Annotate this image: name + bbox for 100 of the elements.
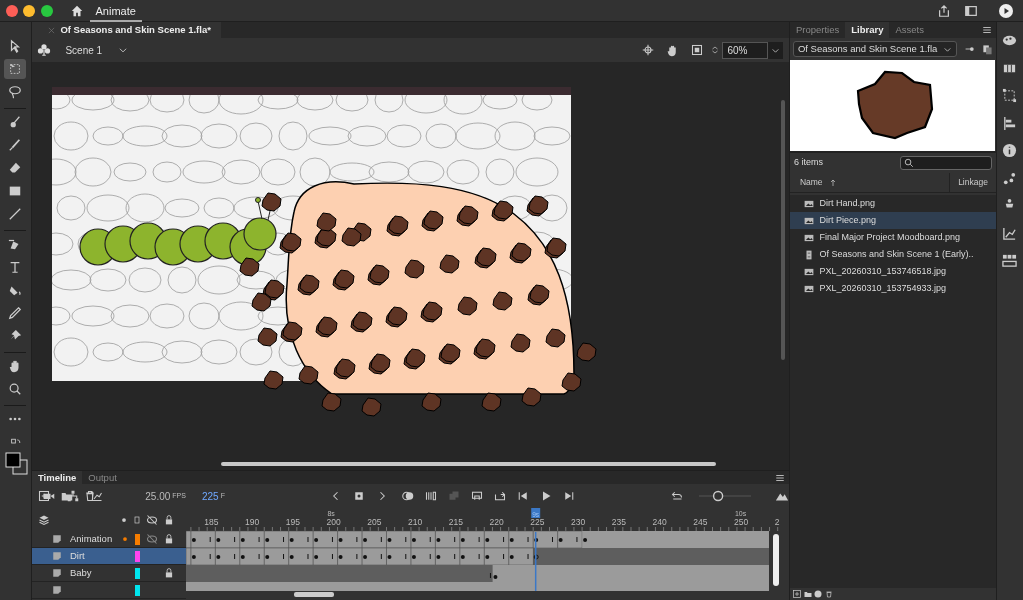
- step-back-icon[interactable]: [516, 490, 529, 502]
- duplicate-icon[interactable]: [982, 43, 993, 55]
- edit-multiple-frames-icon[interactable]: [424, 490, 437, 502]
- panel-tab[interactable]: Library: [845, 22, 890, 38]
- frame-track[interactable]: [185, 565, 769, 582]
- vertical-scrollbar[interactable]: [780, 100, 785, 360]
- easing-graph-icon[interactable]: [1002, 225, 1018, 241]
- column-header[interactable]: Name: [799, 176, 837, 189]
- timeline-tab[interactable]: Timeline: [31, 471, 83, 484]
- folder-icon[interactable]: [60, 490, 73, 502]
- window-control-dot[interactable]: [40, 4, 53, 17]
- clip-icon[interactable]: [691, 44, 704, 56]
- layer-color-swatch[interactable]: [134, 567, 140, 579]
- undo-icon[interactable]: [670, 490, 683, 502]
- trash-icon[interactable]: [825, 590, 834, 598]
- trash-icon[interactable]: [83, 490, 96, 502]
- frame-number: 190: [244, 517, 260, 527]
- column-header[interactable]: Linkage: [949, 172, 996, 193]
- loop-icon[interactable]: [493, 490, 506, 502]
- window-control-dot[interactable]: [5, 4, 18, 17]
- info-icon[interactable]: [1002, 143, 1018, 158]
- new-symbol-icon[interactable]: [792, 590, 801, 598]
- layer-color-swatch[interactable]: [134, 550, 140, 562]
- play-icon[interactable]: [997, 2, 1014, 19]
- share-icon[interactable]: [936, 3, 951, 18]
- home-icon[interactable]: [70, 3, 84, 18]
- library-item[interactable]: Final Major Project Moodboard.png: [789, 229, 996, 246]
- layer-color-swatch[interactable]: [134, 584, 140, 596]
- library-item[interactable]: PXL_20260310_153754933.jpg: [789, 280, 996, 297]
- image-icon: [803, 266, 814, 277]
- highlight-dot-icon[interactable]: [121, 516, 128, 523]
- horizontal-scrollbar[interactable]: [220, 462, 716, 466]
- layer-name: Baby: [69, 565, 92, 580]
- frame-track[interactable]: [185, 530, 769, 549]
- lock-icon[interactable]: [163, 568, 174, 578]
- hide-icon[interactable]: [146, 533, 159, 545]
- components-icon[interactable]: [1002, 253, 1018, 268]
- timeline-tab[interactable]: Output: [82, 471, 123, 484]
- align-icon[interactable]: [1002, 115, 1018, 131]
- image-icon: [803, 283, 814, 294]
- hide-icon[interactable]: [146, 513, 159, 526]
- library-item[interactable]: Dirt Piece.png: [789, 212, 996, 229]
- library-document-dropdown[interactable]: Of Seasons and Skin Scene 1.fla: [792, 41, 958, 57]
- frame-number: 195: [285, 517, 300, 527]
- folder-icon[interactable]: [803, 590, 812, 598]
- library-item[interactable]: Dirt Hand.png: [789, 195, 996, 212]
- frame-number: 205: [367, 517, 382, 527]
- active-layer-dot-icon[interactable]: [122, 536, 129, 542]
- frame-number: 215: [448, 517, 463, 527]
- club-icon[interactable]: [37, 43, 52, 57]
- library-item[interactable]: PXL_20260310_153746518.jpg: [789, 263, 996, 280]
- zoom-field[interactable]: 60%: [722, 41, 769, 59]
- lock-icon[interactable]: [163, 514, 174, 525]
- panel-menu-icon[interactable]: [774, 472, 785, 483]
- step-forward-icon[interactable]: [562, 490, 575, 502]
- layer-icon: [51, 585, 62, 595]
- search-field[interactable]: [899, 156, 992, 170]
- frame-track[interactable]: [185, 582, 769, 591]
- frame-number: 185: [204, 517, 219, 527]
- layer-row[interactable]: Dirt: [31, 548, 186, 565]
- image-icon: [803, 215, 814, 226]
- layers-icon[interactable]: [37, 513, 50, 526]
- document-tab[interactable]: Of Seasons and Skin Scene 1.fla*: [31, 22, 221, 38]
- panel-tab[interactable]: Assets: [889, 22, 930, 38]
- window-control-dot[interactable]: [23, 4, 35, 17]
- library-item[interactable]: Of Seasons and Skin Scene 1 (Early)..: [789, 246, 996, 263]
- frame-number: 220: [489, 517, 504, 527]
- frame-zoom-slider[interactable]: [696, 490, 753, 502]
- center-stage-icon[interactable]: [642, 44, 655, 56]
- frame-number: 250: [733, 517, 749, 527]
- outline-icon[interactable]: [132, 513, 141, 526]
- graph-icon[interactable]: [91, 490, 104, 502]
- layer-icon: [51, 568, 62, 578]
- current-frame[interactable]: 225: [201, 488, 219, 504]
- info-icon[interactable]: [814, 590, 823, 598]
- transform-icon[interactable]: [1002, 88, 1018, 103]
- motion-icon[interactable]: [1002, 170, 1018, 186]
- scene-name[interactable]: Scene 1: [65, 42, 103, 58]
- loop-range-icon[interactable]: [470, 490, 483, 502]
- search-icon: [903, 158, 914, 168]
- panel-layout-icon[interactable]: [964, 3, 978, 18]
- palette-icon[interactable]: [1002, 33, 1018, 48]
- lock-icon[interactable]: [163, 534, 174, 544]
- panel-menu-icon[interactable]: [981, 25, 992, 35]
- add-layer-icon[interactable]: [37, 490, 50, 502]
- layer-row[interactable]: [31, 582, 186, 599]
- vertical-scrollbar[interactable]: [772, 534, 779, 586]
- keyframe-icon[interactable]: [352, 490, 365, 502]
- fps-readout: 25.00: [145, 489, 171, 504]
- layer-icon: [51, 551, 62, 561]
- layer-name: Animation: [69, 531, 113, 546]
- color-swatches[interactable]: [5, 452, 29, 476]
- onion-skin-icon[interactable]: [401, 490, 414, 502]
- layer-parenting-icon[interactable]: [67, 490, 80, 502]
- layer-row[interactable]: Baby: [31, 565, 186, 582]
- panel-tab[interactable]: Properties: [789, 22, 846, 38]
- horizontal-scrollbar[interactable]: [293, 592, 334, 597]
- chevron-down-icon[interactable]: [118, 45, 129, 55]
- layer-color-swatch[interactable]: [134, 533, 140, 545]
- layer-icon: [51, 534, 62, 544]
